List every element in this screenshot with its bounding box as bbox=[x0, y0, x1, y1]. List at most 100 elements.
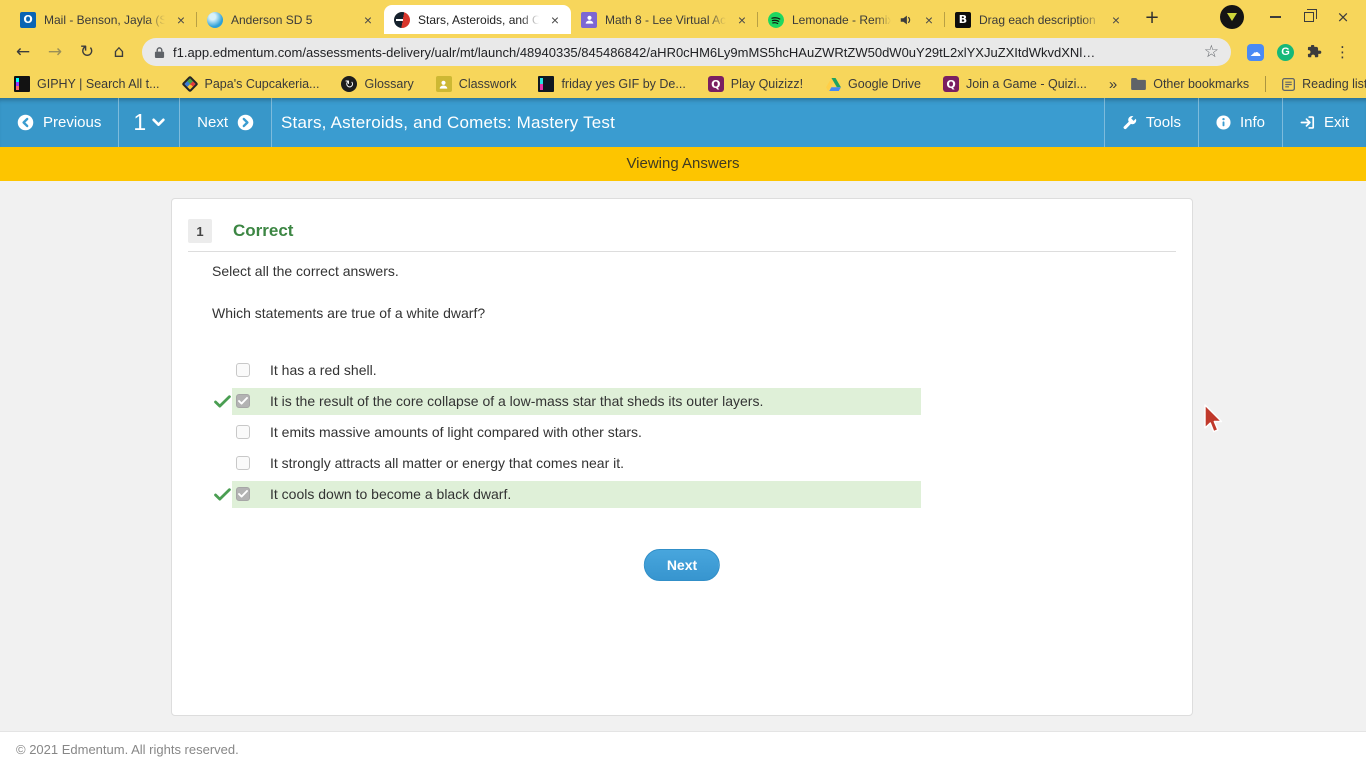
tab-close-icon[interactable]: × bbox=[547, 12, 563, 28]
bookmark-star-icon[interactable]: ☆ bbox=[1204, 42, 1219, 62]
papas-icon bbox=[181, 75, 199, 93]
assessment-toolbar: Previous 1 Next Stars, Asteroids, and Co… bbox=[0, 98, 1366, 147]
bookmark-item-5[interactable]: friday yes GIF by De... bbox=[538, 76, 686, 92]
tab-close-icon[interactable]: × bbox=[921, 12, 937, 28]
question-card: 1 Correct Select all the correct answers… bbox=[171, 198, 1193, 716]
option-row-4: It strongly attracts all matter or energ… bbox=[172, 448, 1192, 479]
omnibox[interactable]: f1.app.edmentum.com/assessments-delivery… bbox=[142, 38, 1231, 66]
reload-icon[interactable]: ↻ bbox=[72, 37, 102, 67]
tab-title: Lemonade - Remix bbox=[792, 12, 891, 27]
browser-tab-2[interactable]: Anderson SD 5 × bbox=[196, 5, 384, 34]
browser-tab-3[interactable]: Stars, Asteroids, and Co × bbox=[384, 5, 571, 34]
tab-title: Drag each description t bbox=[979, 12, 1100, 27]
question-number-badge: 1 bbox=[188, 219, 212, 243]
browser-tab-5[interactable]: Lemonade - Remix × bbox=[757, 5, 945, 34]
tools-button[interactable]: Tools bbox=[1103, 98, 1198, 147]
wrench-icon bbox=[1123, 116, 1137, 130]
other-bookmarks-button[interactable]: Other bookmarks bbox=[1131, 77, 1249, 91]
url-text: f1.app.edmentum.com/assessments-delivery… bbox=[173, 44, 1096, 60]
browser-tab-4[interactable]: Math 8 - Lee Virtual Aca × bbox=[571, 5, 758, 34]
next-circle-icon bbox=[237, 114, 254, 131]
tab-close-icon[interactable]: × bbox=[734, 12, 750, 28]
bookmark-item-3[interactable]: ↻ Glossary bbox=[341, 76, 414, 92]
giphy-icon bbox=[14, 76, 30, 92]
other-bookmarks-label: Other bookmarks bbox=[1153, 77, 1250, 91]
grammarly-icon[interactable]: G bbox=[1277, 43, 1294, 61]
profile-avatar-icon[interactable] bbox=[1220, 5, 1244, 29]
quizizz-icon: Q bbox=[943, 76, 959, 92]
correct-check-icon bbox=[214, 488, 231, 501]
folder-icon bbox=[1131, 78, 1147, 90]
forward-icon[interactable]: → bbox=[40, 37, 70, 67]
checkbox-unchecked[interactable] bbox=[236, 363, 250, 377]
tab-close-icon[interactable]: × bbox=[360, 12, 376, 28]
viewing-answers-banner: Viewing Answers bbox=[0, 147, 1366, 181]
chrome-menu-icon[interactable]: ⋮ bbox=[1335, 43, 1350, 61]
next-question-button[interactable]: Next bbox=[643, 549, 721, 581]
bookmark-label: Join a Game - Quizi... bbox=[966, 77, 1087, 91]
back-icon[interactable]: ← bbox=[8, 37, 38, 67]
question-prompt: Which statements are true of a white dwa… bbox=[212, 305, 486, 321]
edmentum-favicon bbox=[394, 11, 410, 28]
outlook-favicon: O bbox=[20, 11, 36, 28]
bookmarks-bar: GIPHY | Search All t... Papa's Cupcakeria… bbox=[0, 70, 1366, 98]
lock-icon bbox=[154, 46, 165, 58]
extension-blue-icon[interactable]: ☁ bbox=[1247, 43, 1264, 61]
browser-tab-6[interactable]: B Drag each description t × bbox=[944, 5, 1132, 34]
bookmarks-right: » Other bookmarks Reading list bbox=[1109, 76, 1366, 93]
option-row-5: It cools down to become a black dwarf. bbox=[172, 479, 1192, 510]
checkbox-checked[interactable] bbox=[236, 487, 250, 501]
bookmark-item-6[interactable]: Q Play Quizizz! bbox=[707, 76, 803, 92]
info-button[interactable]: Info bbox=[1197, 98, 1282, 147]
restore-button[interactable] bbox=[1292, 2, 1326, 32]
bookmark-label: friday yes GIF by De... bbox=[561, 77, 686, 91]
checkbox-checked[interactable] bbox=[236, 394, 250, 408]
bookmarks-overflow-icon[interactable]: » bbox=[1109, 76, 1117, 93]
option-label: It cools down to become a black dwarf. bbox=[270, 486, 512, 502]
bookmark-item-4[interactable]: Classwork bbox=[435, 76, 517, 92]
bookmark-item-2[interactable]: Papa's Cupcakeria... bbox=[181, 75, 320, 93]
extensions-puzzle-icon[interactable] bbox=[1307, 44, 1322, 60]
reading-list-label: Reading list bbox=[1302, 77, 1366, 91]
checkbox-unchecked[interactable] bbox=[236, 425, 250, 439]
correct-check-icon bbox=[214, 395, 231, 408]
bookmark-label: Classwork bbox=[458, 77, 517, 91]
bookmark-label: Papa's Cupcakeria... bbox=[204, 77, 320, 91]
option-row-2: It is the result of the core collapse of… bbox=[172, 386, 1192, 417]
bookmark-item-8[interactable]: Q Join a Game - Quizi... bbox=[943, 76, 1087, 92]
main-content: 1 Correct Select all the correct answers… bbox=[0, 181, 1366, 731]
address-bar: ← → ↻ ⌂ f1.app.edmentum.com/assessments-… bbox=[0, 34, 1366, 70]
bookmark-item-7[interactable]: Google Drive bbox=[825, 76, 921, 92]
question-number-dropdown[interactable]: 1 bbox=[119, 98, 181, 147]
window-controls: × bbox=[1220, 0, 1366, 34]
bookmark-label: GIPHY | Search All t... bbox=[37, 77, 160, 91]
tab-close-icon[interactable]: × bbox=[1108, 12, 1124, 28]
tabs-container: O Mail - Benson, Jayla (S × Anderson SD 5 × S… bbox=[10, 0, 1132, 34]
option-label: It strongly attracts all matter or energ… bbox=[270, 455, 625, 471]
bookmark-item-1[interactable]: GIPHY | Search All t... bbox=[14, 76, 160, 92]
previous-button[interactable]: Previous bbox=[0, 98, 120, 147]
question-number: 1 bbox=[133, 109, 147, 135]
next-nav-label: Next bbox=[197, 114, 228, 131]
quizizz-icon: Q bbox=[707, 76, 724, 92]
minimize-button[interactable] bbox=[1258, 2, 1292, 32]
spotify-favicon bbox=[768, 11, 784, 28]
tab-audio-icon[interactable] bbox=[899, 13, 913, 27]
divider bbox=[188, 251, 1176, 252]
home-icon[interactable]: ⌂ bbox=[104, 37, 134, 67]
reading-list-button[interactable]: Reading list bbox=[1282, 77, 1366, 91]
question-status: Correct bbox=[233, 221, 294, 240]
copyright-footer: © 2021 Edmentum. All rights reserved. bbox=[0, 731, 1366, 768]
browser-tab-1[interactable]: O Mail - Benson, Jayla (S × bbox=[10, 5, 197, 34]
checkbox-unchecked[interactable] bbox=[236, 456, 250, 470]
next-nav-button[interactable]: Next bbox=[180, 98, 272, 147]
close-button[interactable]: × bbox=[1326, 2, 1360, 32]
glossary-icon: ↻ bbox=[341, 76, 358, 92]
option-label: It is the result of the core collapse of… bbox=[270, 393, 764, 409]
answer-options: It has a red shell. It is the result of t… bbox=[172, 355, 1192, 510]
bookmark-label: Google Drive bbox=[848, 77, 921, 91]
tab-close-icon[interactable]: × bbox=[173, 12, 189, 28]
extension-icons: ☁ G ⋮ bbox=[1239, 43, 1358, 61]
new-tab-button[interactable]: + bbox=[1138, 3, 1166, 31]
exit-button[interactable]: Exit bbox=[1281, 98, 1366, 147]
